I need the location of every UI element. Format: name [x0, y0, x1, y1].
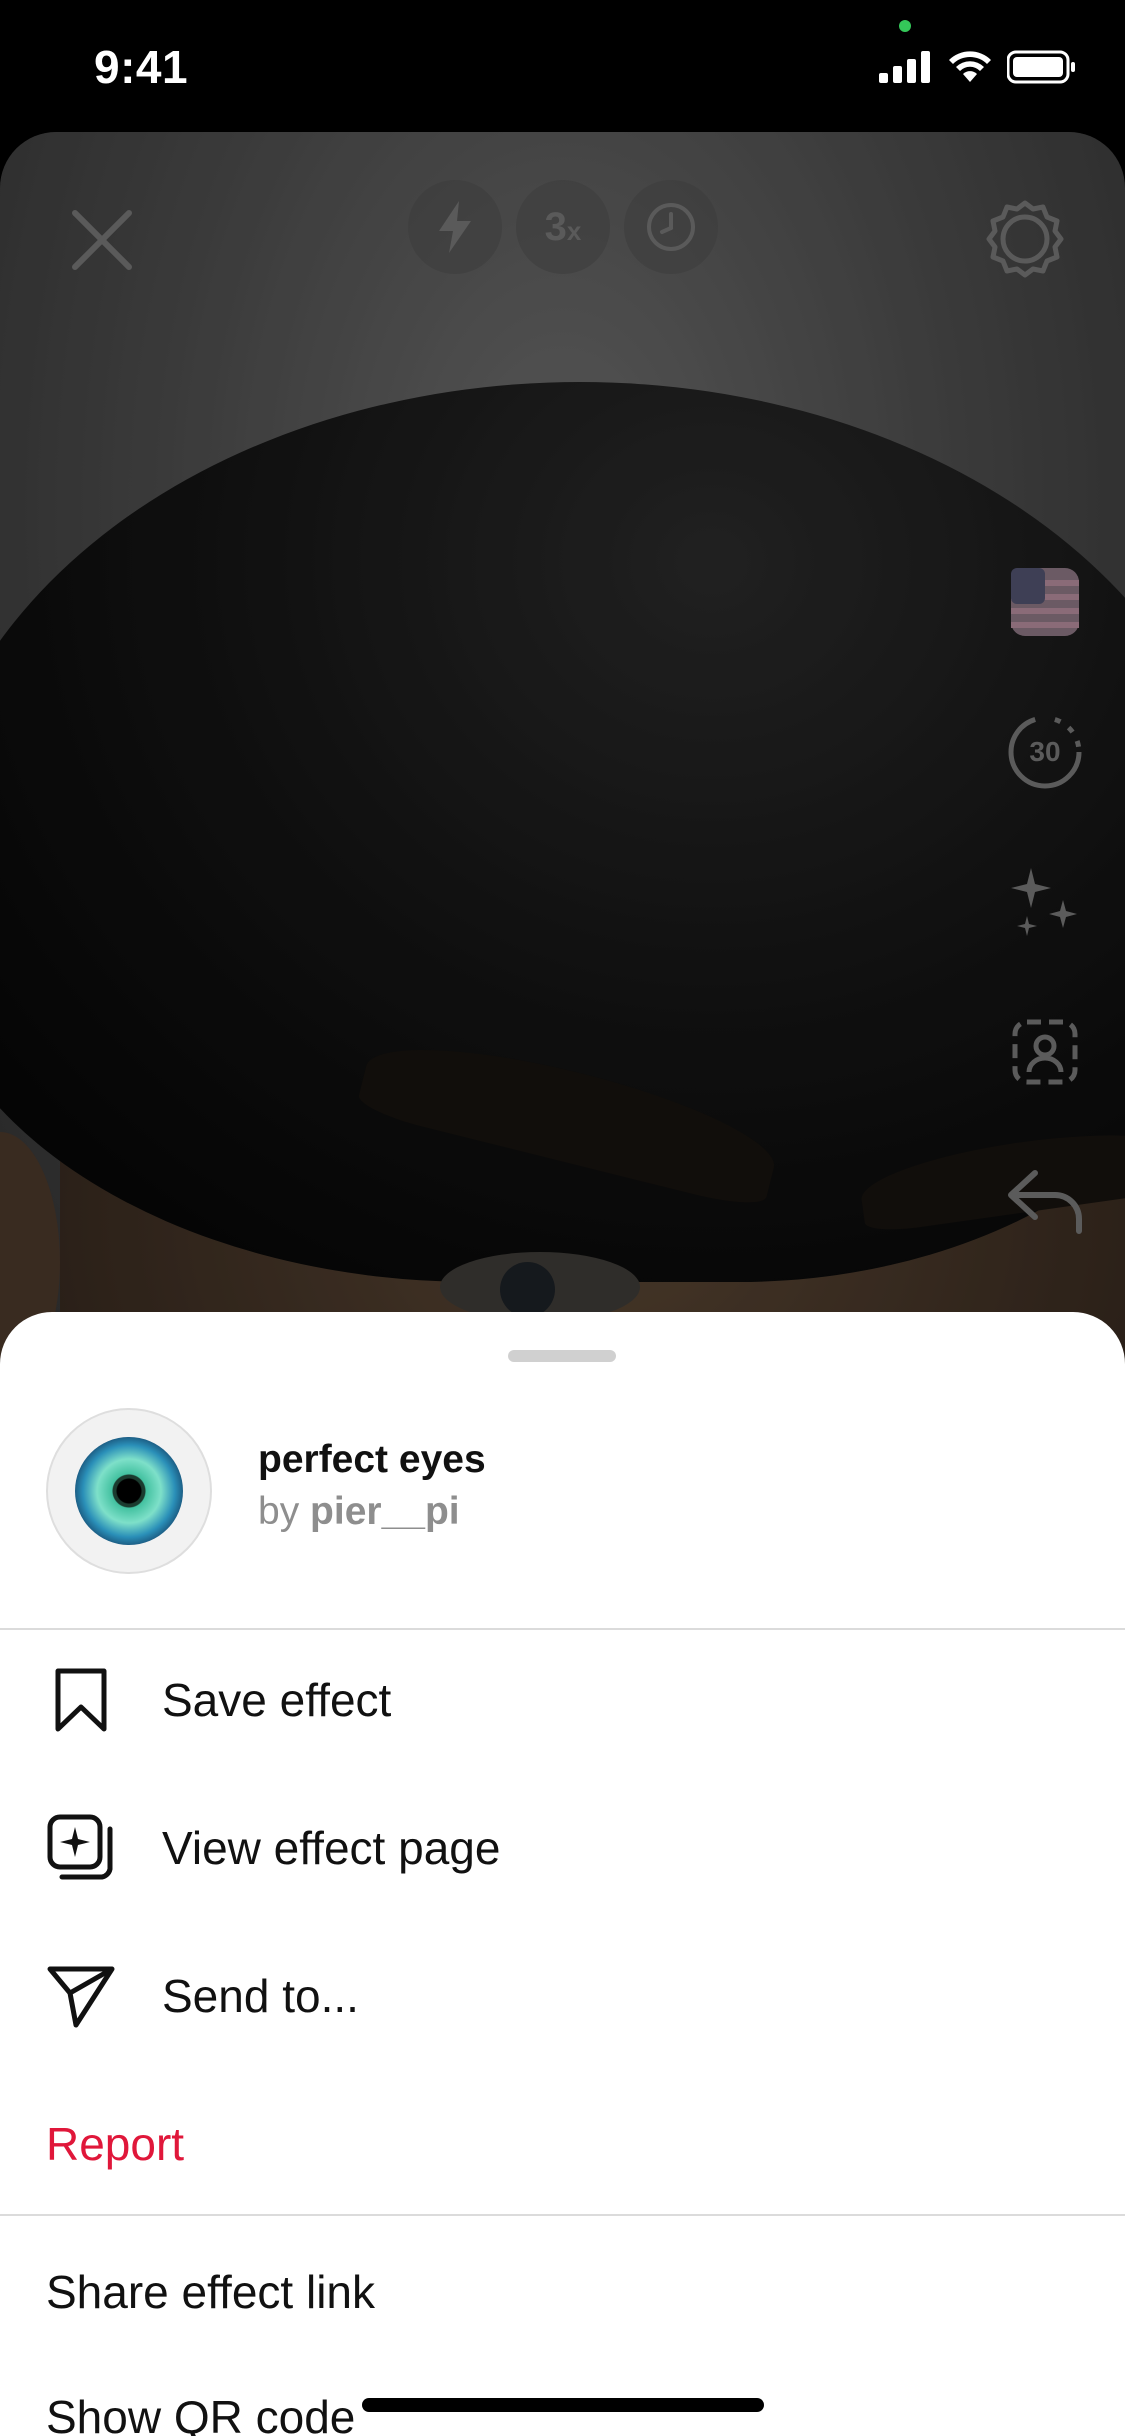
share-effect-link-button[interactable]: Share effect link — [0, 2222, 1125, 2362]
show-qr-code-button[interactable]: Show QR code — [46, 2390, 355, 2436]
bookmark-icon — [46, 1665, 116, 1735]
effect-thumbnail[interactable] — [46, 1408, 212, 1574]
effect-author-name[interactable]: pier__pi — [310, 1490, 460, 1533]
cellular-signal-icon — [879, 51, 930, 83]
zoom-button[interactable]: 3x — [516, 180, 610, 274]
countdown-button[interactable]: 30 — [1005, 712, 1085, 792]
close-camera-button[interactable] — [62, 200, 142, 280]
save-effect-label: Save effect — [162, 1674, 392, 1726]
effect-page-icon — [46, 1813, 116, 1883]
sparkle-icon — [1011, 868, 1077, 936]
report-label: Report — [46, 2118, 185, 2170]
effect-title[interactable]: perfect eyes — [258, 1438, 486, 1482]
person-frame-icon — [1012, 1019, 1078, 1085]
paper-plane-icon — [46, 1961, 116, 2031]
status-bar: 9:41 — [0, 0, 1125, 132]
timer-button[interactable] — [624, 180, 718, 274]
close-icon — [72, 210, 132, 270]
battery-icon — [1007, 50, 1075, 84]
flash-icon — [439, 201, 471, 253]
status-time: 9:41 — [94, 41, 189, 93]
send-to-label: Send to... — [162, 1970, 359, 2022]
person-frame-button[interactable] — [1005, 1012, 1085, 1092]
countdown-value: 30 — [1029, 736, 1061, 767]
flag-icon — [1011, 568, 1079, 636]
eye-effect-icon — [75, 1437, 183, 1545]
view-effect-page-button[interactable]: View effect page — [0, 1778, 1125, 1918]
report-button[interactable]: Report — [0, 2074, 1125, 2214]
share-effect-link-label: Share effect link — [46, 2266, 376, 2318]
effect-flag-button[interactable] — [1005, 562, 1085, 642]
effect-author[interactable]: by pier__pi — [258, 1490, 460, 1534]
zoom-label: 3x — [544, 204, 582, 249]
home-indicator[interactable] — [362, 2398, 764, 2412]
sheet-grabber[interactable] — [508, 1350, 616, 1362]
undo-arrow-icon — [1008, 1170, 1082, 1234]
send-to-button[interactable]: Send to... — [0, 1926, 1125, 2066]
effect-author-prefix: by — [258, 1490, 300, 1533]
camera-settings-button[interactable] — [980, 194, 1070, 284]
flash-button[interactable] — [408, 180, 502, 274]
status-icons — [879, 50, 1077, 84]
save-effect-button[interactable]: Save effect — [0, 1630, 1125, 1770]
undo-button[interactable] — [1005, 1162, 1085, 1242]
gear-icon — [986, 200, 1064, 278]
effects-sparkle-button[interactable] — [1005, 862, 1085, 942]
divider — [0, 2214, 1125, 2216]
clock-icon — [647, 203, 695, 251]
camera-preview[interactable]: 3x 30 — [0, 132, 1125, 1392]
view-effect-page-label: View effect page — [162, 1822, 501, 1874]
camera-in-use-indicator — [899, 20, 911, 32]
wifi-icon — [949, 51, 991, 82]
dim-overlay — [0, 132, 1125, 1392]
effect-options-sheet: perfect eyes by pier__pi Save effect Vie… — [0, 1312, 1125, 2436]
